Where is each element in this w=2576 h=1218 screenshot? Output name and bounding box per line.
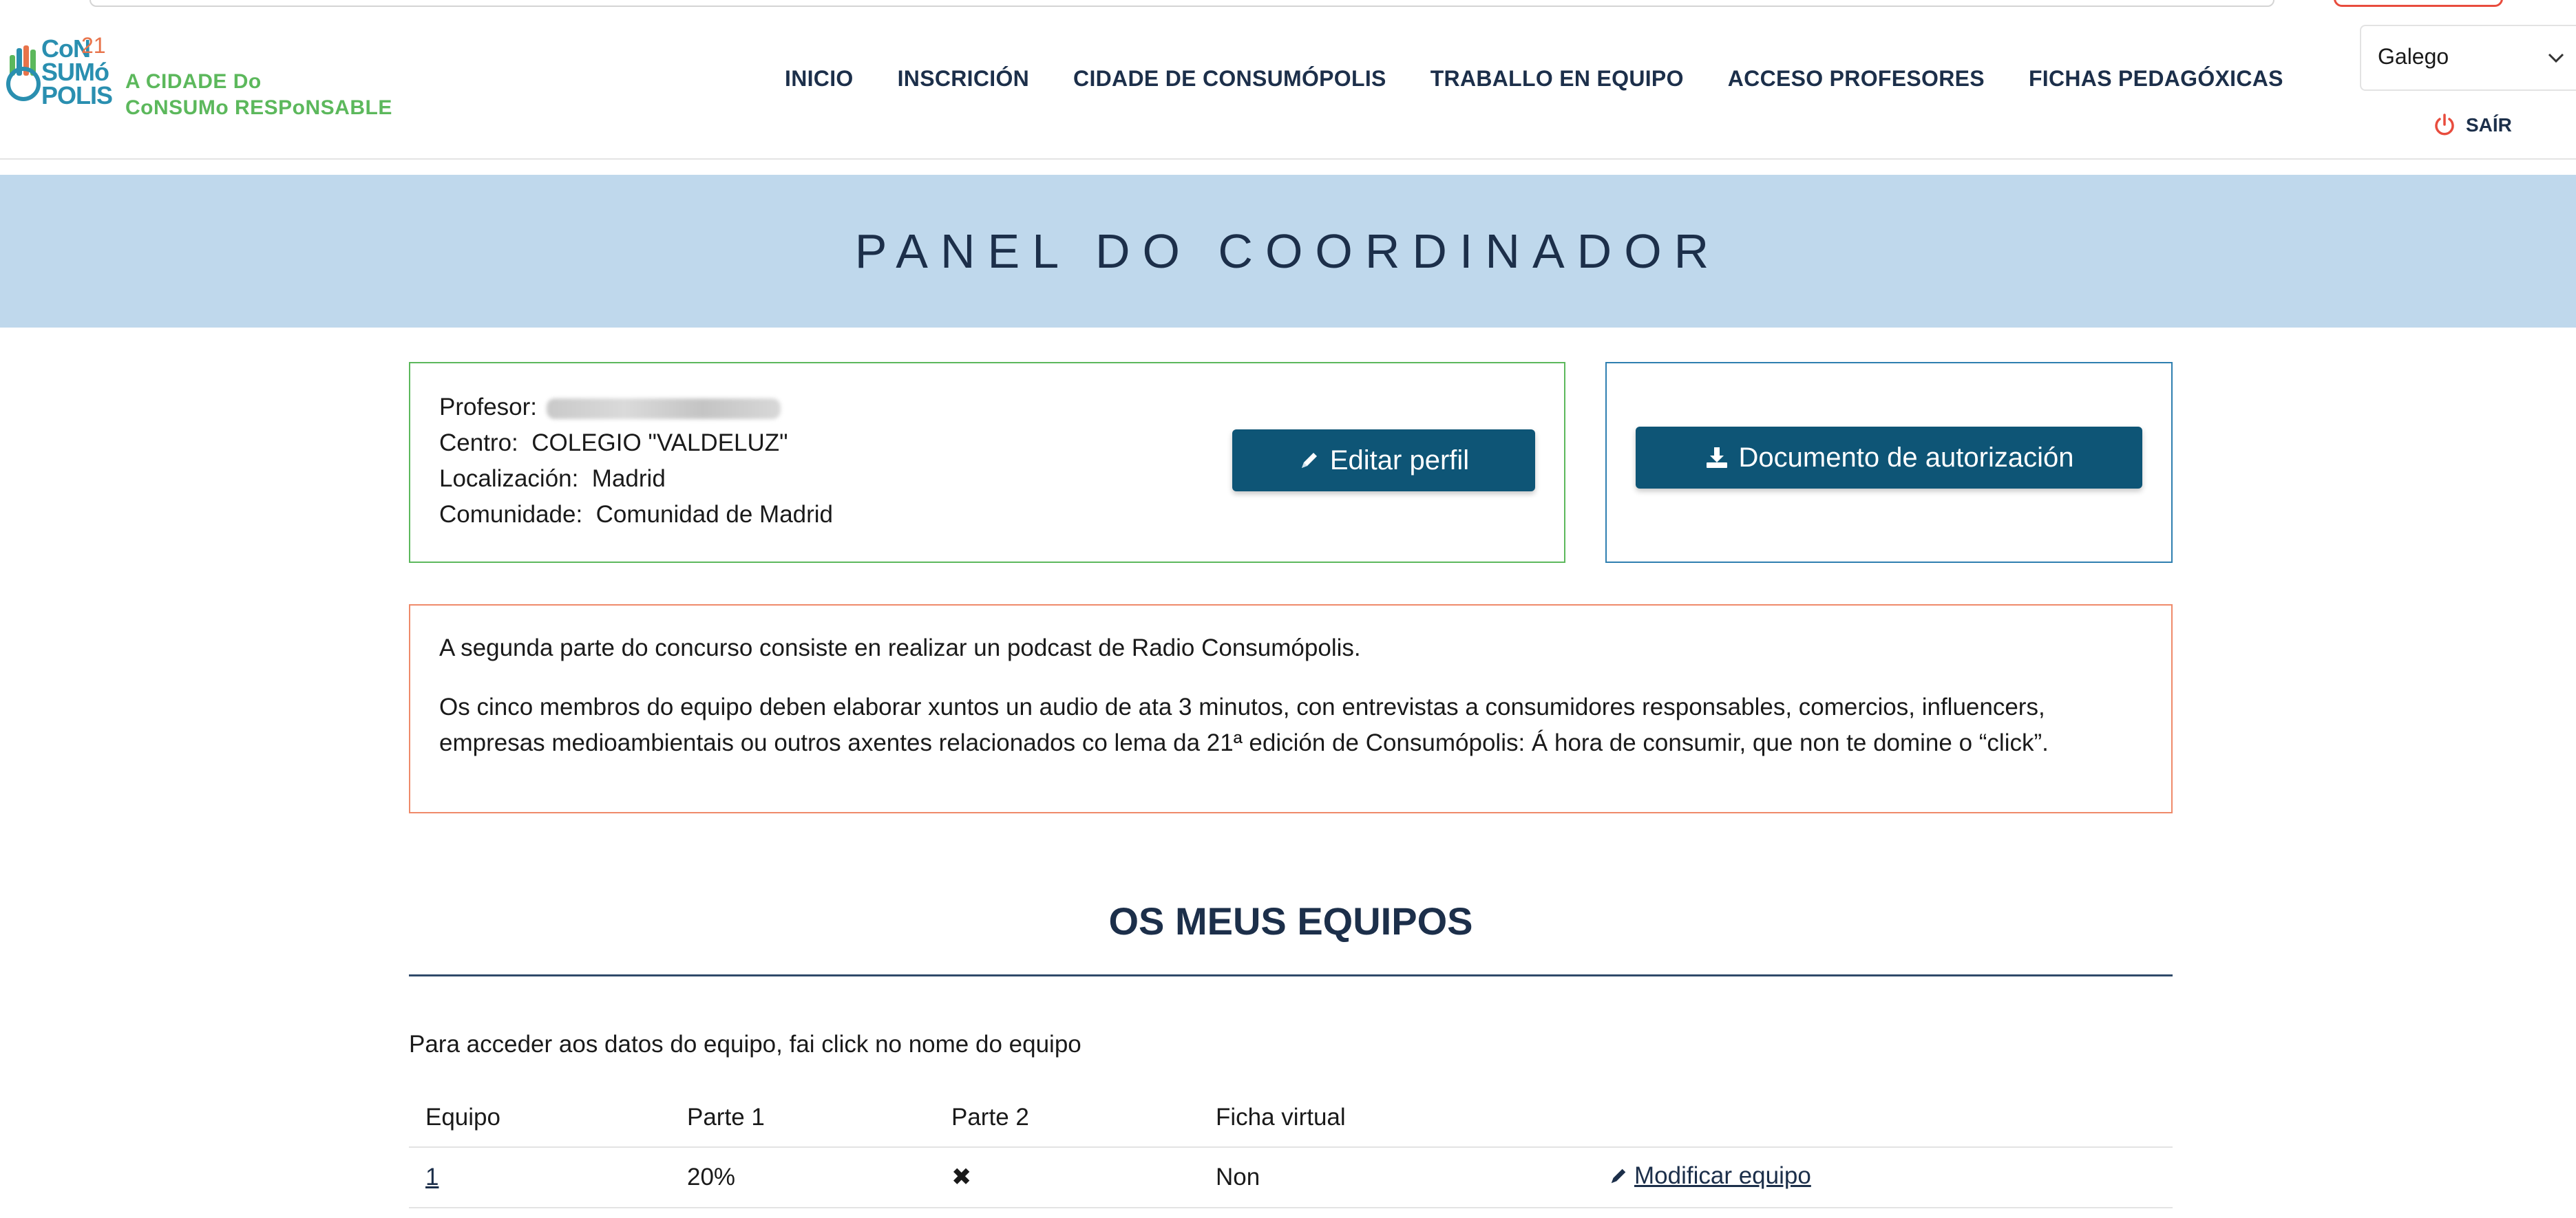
nav-item-inicio[interactable]: INICIO <box>785 66 854 92</box>
chevron-down-icon <box>2548 53 2564 63</box>
main-nav: INICIO INSCRICIÓN CIDADE DE CONSUMÓPOLIS… <box>785 66 2327 92</box>
pencil-icon <box>1301 453 1317 468</box>
logo-tagline-1: A CIDADE Do <box>125 70 262 93</box>
edit-profile-label: Editar perfil <box>1329 445 1470 476</box>
teams-title: OS MEUS EQUIPOS <box>1108 899 1473 943</box>
teams-divider <box>409 974 2173 976</box>
logout-label: SAÍR <box>2466 114 2512 136</box>
community-label: Comunidade: <box>439 501 583 528</box>
cross-icon: ✖ <box>951 1164 972 1190</box>
page-title: PANEL DO COORDINADOR <box>854 224 1722 278</box>
community-value: Comunidad de Madrid <box>595 501 834 528</box>
team-cell: 1 <box>409 1147 671 1208</box>
notice-paragraph-1: A segunda parte do concurso consiste en … <box>439 634 1361 661</box>
nav-item-fichas[interactable]: FICHAS PEDAGÓXICAS <box>2029 66 2283 92</box>
language-select[interactable]: Galego <box>2360 25 2576 91</box>
teams-hint: Para acceder aos datos do equipo, fai cl… <box>409 1031 1081 1058</box>
notice-paragraph-2: Os cinco membros do equipo deben elabora… <box>439 694 2049 756</box>
modify-team-label: Modificar equipo <box>1634 1162 1811 1189</box>
actions-cell: Modificar equipo <box>1592 1147 2173 1208</box>
site-logo[interactable]: CoN SUMó POLIS 21 A CIDADE Do CoNSUMo RE… <box>6 33 392 121</box>
profile-card: Profesor: Centro: COLEGIO "VALDELUZ" Loc… <box>409 362 1565 563</box>
logo-hand-icon <box>6 45 41 101</box>
virtual-card-cell: Non <box>1199 1147 1592 1208</box>
teams-table-header: Equipo Parte 1 Parte 2 Ficha virtual <box>409 1089 2173 1148</box>
edit-profile-button[interactable]: Editar perfil <box>1232 429 1535 491</box>
logo-tagline-2: CoNSUMo RESPoNSABLE <box>125 96 392 119</box>
column-header-part2: Parte 2 <box>935 1089 1199 1148</box>
address-bar-edge <box>89 0 2274 7</box>
column-header-virtual-card: Ficha virtual <box>1199 1089 1592 1148</box>
logo-word-2: SUMó <box>41 58 109 86</box>
authorization-document-label: Documento de autorización <box>1738 442 2074 473</box>
top-red-button-edge <box>2334 0 2503 7</box>
logout-button[interactable]: SAÍR <box>2433 113 2512 138</box>
language-selected: Galego <box>2378 44 2449 69</box>
modify-team-link[interactable]: Modificar equipo <box>1608 1162 1811 1190</box>
profile-teacher-row: Profesor: <box>439 389 833 425</box>
table-row: 1 20% ✖ Non Modificar equipo <box>409 1147 2173 1208</box>
part2-cell: ✖ <box>935 1147 1199 1208</box>
logo-tagline: A CIDADE Do CoNSUMo RESPoNSABLE <box>125 69 392 121</box>
profile-details: Profesor: Centro: COLEGIO "VALDELUZ" Loc… <box>439 389 833 533</box>
nav-item-cidade[interactable]: CIDADE DE CONSUMÓPOLIS <box>1073 66 1386 92</box>
authorization-document-button[interactable]: Documento de autorización <box>1636 427 2142 489</box>
column-header-team: Equipo <box>409 1089 671 1148</box>
nav-item-inscricion[interactable]: INSCRICIÓN <box>898 66 1029 92</box>
profile-location-row: Localización: Madrid <box>439 461 833 497</box>
teacher-name-redacted <box>547 398 781 419</box>
center-label: Centro: <box>439 429 518 456</box>
location-value: Madrid <box>591 465 666 492</box>
site-header: CoN SUMó POLIS 21 A CIDADE Do CoNSUMo RE… <box>0 10 2576 160</box>
pencil-icon <box>1611 1168 1626 1184</box>
page-banner: PANEL DO COORDINADOR <box>0 175 2576 328</box>
teacher-label: Profesor: <box>439 394 537 420</box>
location-label: Localización: <box>439 465 579 492</box>
browser-top-strip <box>0 0 2576 10</box>
teams-table: Equipo Parte 1 Parte 2 Ficha virtual 1 2… <box>409 1089 2173 1208</box>
nav-item-traballo[interactable]: TRABALLO EN EQUIPO <box>1430 66 1684 92</box>
team-name-link[interactable]: 1 <box>425 1164 439 1190</box>
part1-cell: 20% <box>671 1147 935 1208</box>
center-value: COLEGIO "VALDELUZ" <box>531 429 788 456</box>
logo-edition-number: 21 <box>81 33 106 58</box>
download-icon <box>1706 447 1727 468</box>
column-header-actions <box>1592 1089 2173 1148</box>
logo-word-3: POLIS <box>41 81 113 109</box>
column-header-part1: Parte 1 <box>671 1089 935 1148</box>
nav-item-acceso-profesores[interactable]: ACCESO PROFESORES <box>1728 66 1985 92</box>
power-icon <box>2435 114 2454 136</box>
contest-notice: A segunda parte do concurso consiste en … <box>409 604 2173 813</box>
authorization-card: Documento de autorización <box>1605 362 2173 563</box>
profile-community-row: Comunidade: Comunidad de Madrid <box>439 497 833 533</box>
profile-center-row: Centro: COLEGIO "VALDELUZ" <box>439 425 833 461</box>
